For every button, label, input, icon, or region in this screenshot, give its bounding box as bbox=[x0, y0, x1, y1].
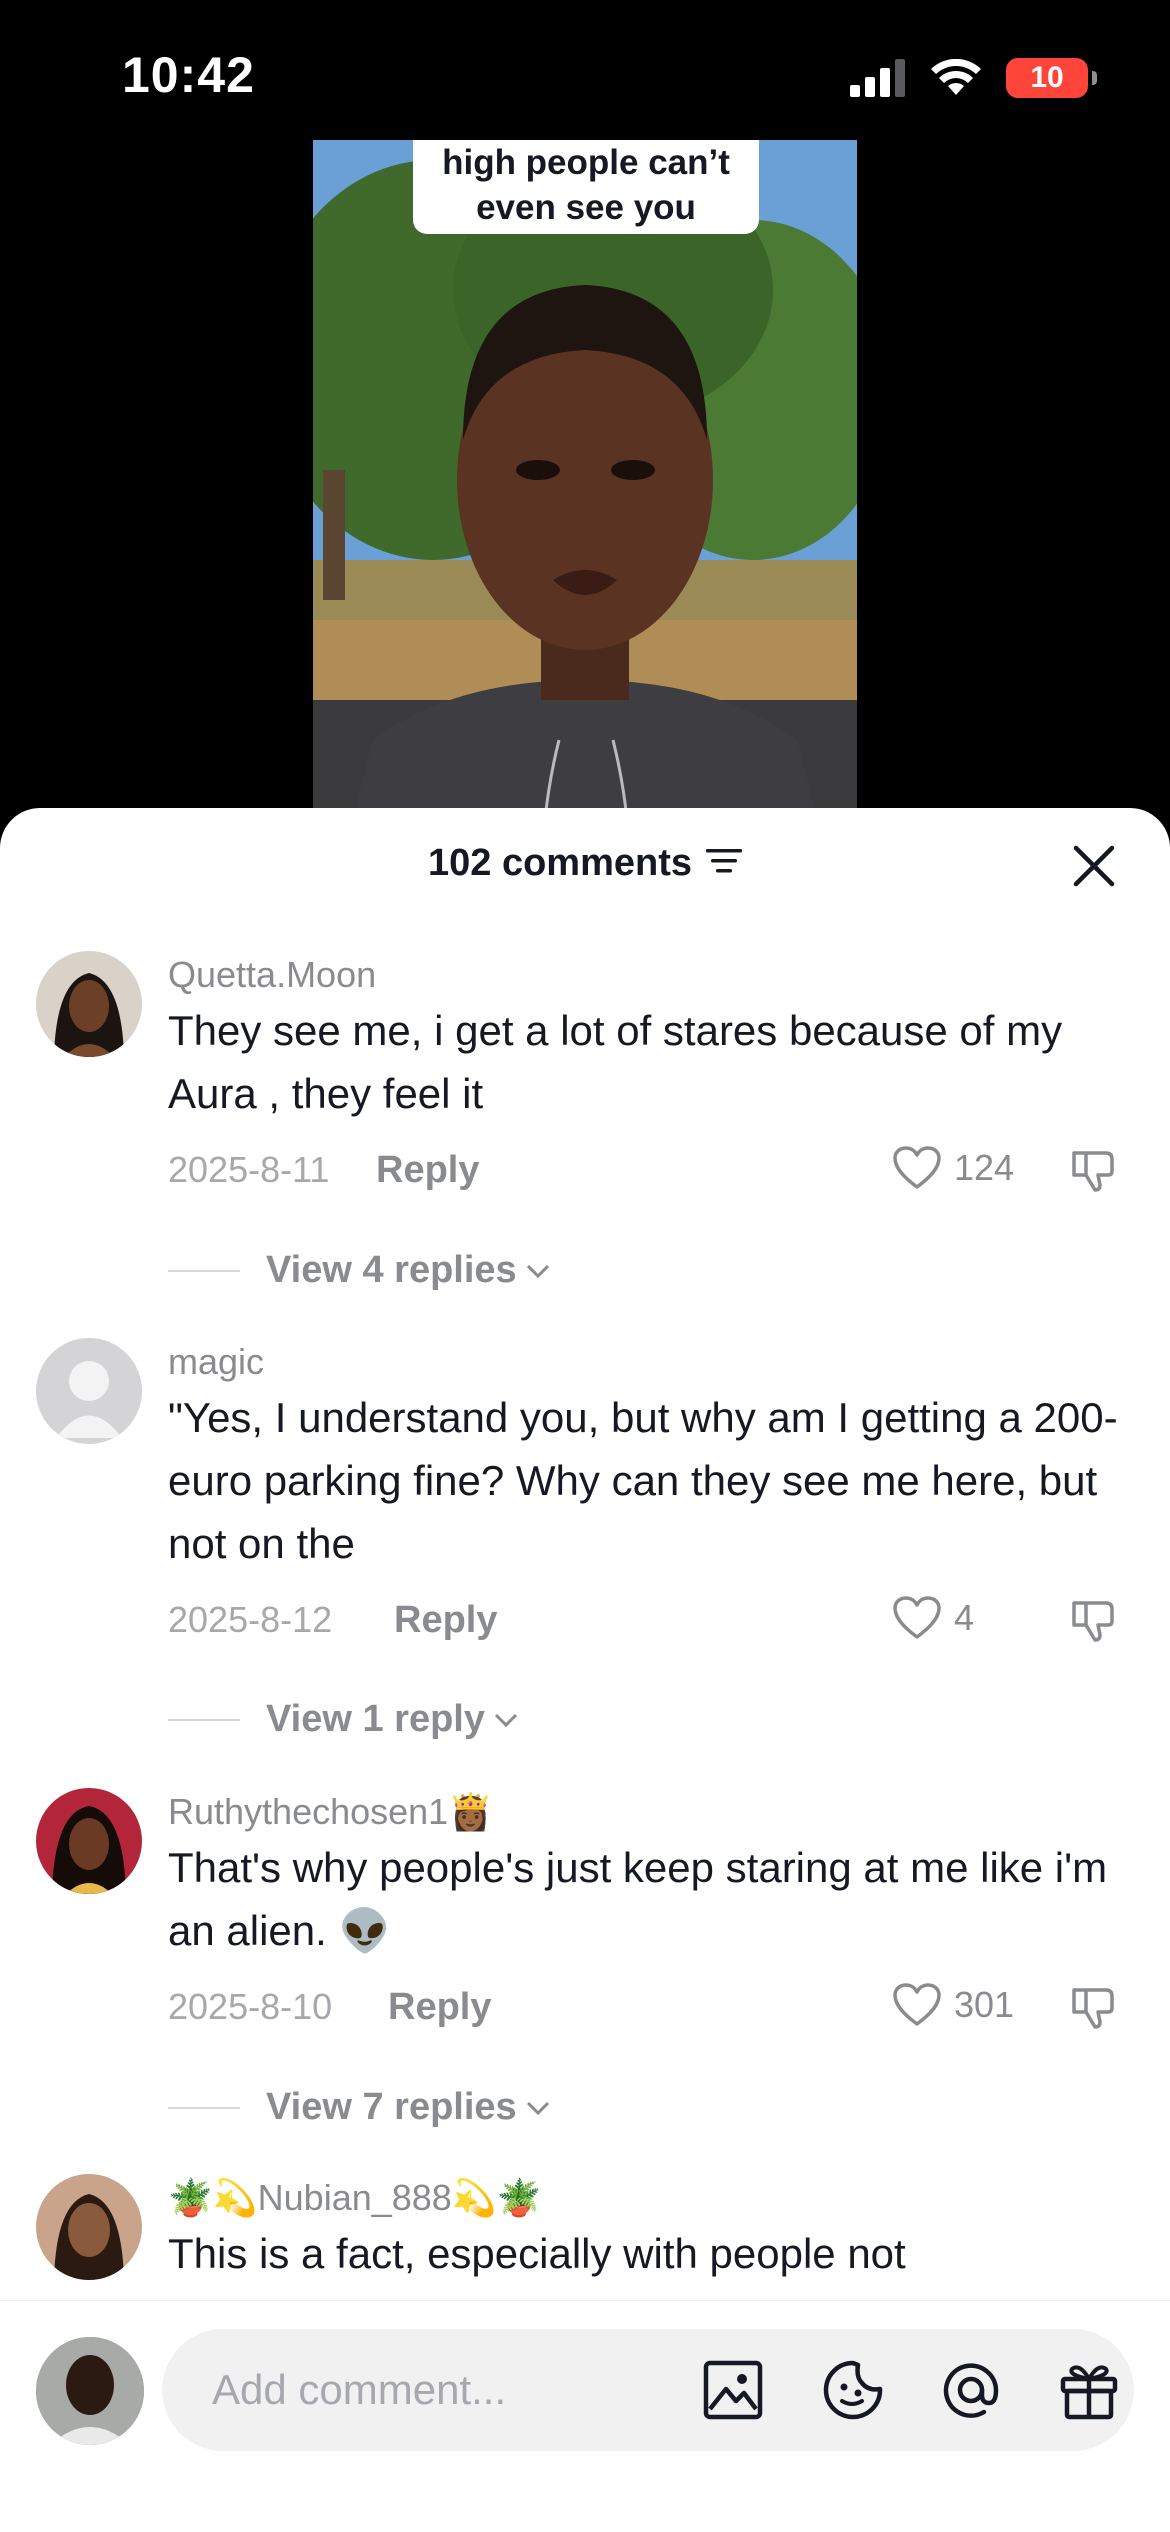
video-caption: high people can’t even see you bbox=[413, 140, 759, 234]
image-icon[interactable] bbox=[702, 2359, 764, 2421]
comment-username[interactable]: 🪴💫Nubian_888💫🪴 bbox=[168, 2174, 1128, 2222]
view-replies-label: View 4 replies bbox=[266, 1249, 517, 1291]
heart-icon bbox=[893, 1983, 941, 2026]
view-replies-button[interactable]: View 4 replies bbox=[168, 1249, 551, 1292]
status-icons: 10 bbox=[850, 58, 1097, 98]
thumbs-down-icon bbox=[1072, 1151, 1114, 1192]
like-button[interactable]: 301 bbox=[892, 1982, 1014, 2028]
comment-text: That's why people's just keep staring at… bbox=[168, 1844, 1108, 1954]
sheet-header: 102 comments bbox=[0, 808, 1170, 918]
reply-button[interactable]: Reply bbox=[376, 1149, 479, 1192]
avatar[interactable] bbox=[36, 951, 142, 1057]
video-frame-illustration bbox=[313, 140, 857, 820]
chevron-down-icon bbox=[526, 2101, 549, 2115]
comments-sheet: 102 comments Quetta.Moon They see me, i … bbox=[0, 808, 1170, 2532]
username-emoji: 🪴💫 bbox=[168, 2177, 258, 2218]
view-replies-button[interactable]: View 1 reply bbox=[168, 1698, 519, 1741]
view-replies-label: View 1 reply bbox=[266, 1698, 485, 1740]
reply-button[interactable]: Reply bbox=[394, 1599, 497, 1642]
username-text: Nubian_888 bbox=[257, 2177, 452, 2218]
comment-date: 2025-8-11 bbox=[168, 1149, 330, 1190]
mention-icon[interactable] bbox=[940, 2359, 1002, 2421]
avatar[interactable] bbox=[36, 1338, 142, 1444]
status-time: 10:42 bbox=[122, 47, 255, 103]
dislike-button[interactable] bbox=[1068, 1595, 1118, 1650]
divider-line bbox=[168, 1718, 240, 1721]
comment-username[interactable]: Ruthythechosen1👸🏾 bbox=[168, 1788, 1128, 1836]
avatar[interactable] bbox=[36, 1788, 142, 1894]
status-bar: 10:42 10 bbox=[0, 0, 1170, 140]
view-replies-button[interactable]: View 7 replies bbox=[168, 2086, 551, 2129]
view-replies-label: View 7 replies bbox=[266, 2086, 517, 2128]
wifi-icon bbox=[931, 59, 981, 95]
thumbs-down-icon bbox=[1072, 1988, 1114, 2029]
divider-line bbox=[168, 2106, 240, 2109]
like-button[interactable]: 4 bbox=[892, 1595, 974, 1641]
username-emoji: 👸🏾 bbox=[448, 1791, 494, 1832]
sticker-emoji-icon[interactable] bbox=[822, 2359, 884, 2421]
username-text: Ruthythechosen1 bbox=[168, 1791, 449, 1832]
comment-date: 2025-8-12 bbox=[168, 1599, 333, 1640]
sort-filter-icon[interactable] bbox=[706, 846, 742, 881]
close-button[interactable] bbox=[1072, 844, 1116, 888]
comment-text: They see me, i get a lot of stares becau… bbox=[168, 1007, 1063, 1117]
username-emoji: 💫🪴 bbox=[451, 2177, 542, 2218]
cellular-signal-icon bbox=[850, 59, 905, 97]
comment-input[interactable] bbox=[212, 2329, 652, 2451]
close-icon bbox=[1073, 845, 1115, 887]
current-user-avatar[interactable] bbox=[36, 2337, 144, 2445]
heart-icon bbox=[893, 1596, 941, 1639]
like-button[interactable]: 124 bbox=[892, 1145, 1014, 1191]
comment-text: "Yes, I understand you, but why am I get… bbox=[168, 1394, 1118, 1567]
battery-indicator: 10 bbox=[1006, 58, 1097, 98]
comment-text: This is a fact, especially with people n… bbox=[168, 2230, 906, 2277]
comment-count: 102 comments bbox=[427, 841, 692, 884]
avatar[interactable] bbox=[36, 2174, 142, 2280]
comment-username[interactable]: Quetta.Moon bbox=[168, 951, 1128, 999]
like-count: 124 bbox=[954, 1147, 1015, 1188]
dislike-button[interactable] bbox=[1068, 1145, 1118, 1200]
like-count: 4 bbox=[954, 1597, 975, 1638]
divider-line bbox=[168, 1269, 240, 1272]
chevron-down-icon bbox=[494, 1713, 518, 1727]
reply-button[interactable]: Reply bbox=[388, 1986, 491, 2029]
thumbs-down-icon bbox=[1072, 1601, 1114, 1642]
video-preview[interactable]: high people can’t even see you bbox=[313, 140, 857, 820]
like-count: 301 bbox=[954, 1984, 1015, 2025]
gift-icon[interactable] bbox=[1058, 2359, 1120, 2421]
comment-composer bbox=[0, 2300, 1170, 2532]
chevron-down-icon bbox=[526, 1264, 549, 1278]
comment-input-container bbox=[162, 2329, 1134, 2451]
dislike-button[interactable] bbox=[1068, 1982, 1118, 2037]
comment-username[interactable]: magic bbox=[168, 1338, 1128, 1386]
heart-icon bbox=[893, 1146, 941, 1189]
comment-date: 2025-8-10 bbox=[168, 1986, 333, 2027]
